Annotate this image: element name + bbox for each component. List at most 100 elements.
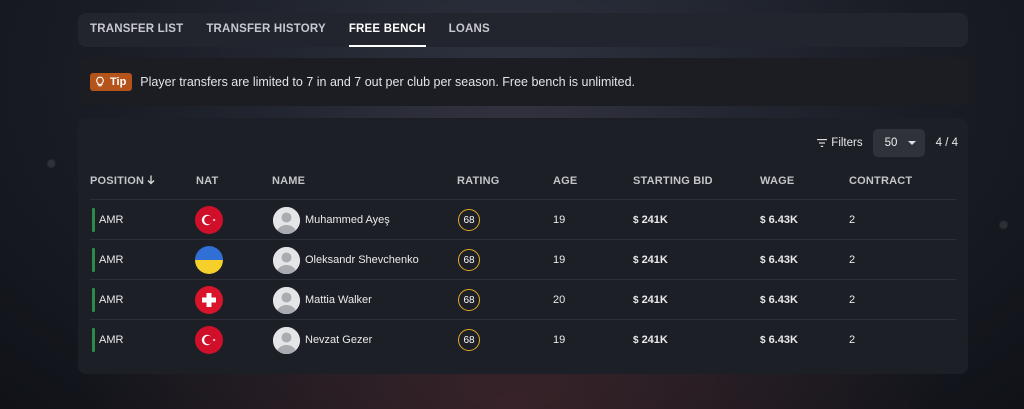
starting-bid-cell: $241K	[633, 240, 668, 280]
arrow-down-icon	[147, 175, 155, 185]
chevron-down-icon	[907, 141, 916, 145]
avatar	[273, 206, 300, 234]
page-size-value: 50	[884, 137, 898, 149]
starting-bid-cell: $241K	[633, 280, 668, 320]
player-name[interactable]: Muhammed Ayeş	[305, 214, 390, 226]
age-cell: 19	[553, 254, 566, 266]
column-header-age[interactable]: AGE	[553, 175, 577, 187]
age-cell: 19	[553, 334, 566, 346]
starting-bid-value: 241K	[641, 214, 668, 226]
currency-icon: $	[633, 294, 639, 306]
column-header-name[interactable]: NAME	[272, 175, 305, 187]
starting-bid-value: 241K	[641, 334, 668, 346]
rating-cell: 68	[458, 200, 480, 240]
name-cell[interactable]: Muhammed Ayeş	[273, 200, 390, 240]
wage-value: 6.43K	[768, 214, 798, 226]
ukraine-flag	[195, 246, 223, 274]
wage-cell: $6.43K	[760, 240, 798, 280]
rating-cell: 68	[458, 320, 480, 360]
filters-button[interactable]: Filters	[817, 137, 863, 149]
tip-banner: Tip Player transfers are limited to 7 in…	[78, 58, 968, 106]
avatar	[273, 326, 300, 354]
avatar	[273, 246, 300, 274]
position-label: AMR	[99, 334, 124, 346]
currency-icon: $	[633, 334, 639, 346]
column-header-wage[interactable]: WAGE	[760, 175, 794, 187]
turkey-flag	[195, 206, 223, 234]
name-cell[interactable]: Nevzat Gezer	[273, 320, 372, 360]
column-header-position[interactable]: POSITION	[90, 175, 155, 187]
tab-transfer-list[interactable]: TRANSFER LIST	[90, 13, 183, 47]
tip-badge: Tip	[90, 73, 133, 91]
name-cell[interactable]: Mattia Walker	[273, 280, 372, 320]
starting-bid-value: 241K	[641, 254, 668, 266]
wage-value: 6.43K	[768, 294, 798, 306]
table-header: POSITION NAT NAME RATING AGE STARTING BI…	[90, 175, 956, 199]
contract-cell: 2	[849, 334, 856, 346]
column-header-rating[interactable]: RATING	[457, 175, 500, 187]
tab-free-bench[interactable]: FREE BENCH	[348, 13, 426, 47]
table-row[interactable]: AMR Muhammed Ayeş 68 19 $241K $6.43K 2	[90, 199, 956, 240]
table-toolbar: Filters 50 4 / 4	[817, 129, 958, 157]
filter-icon	[817, 139, 828, 147]
table-row[interactable]: AMR Nevzat Gezer 68 19 $241K $6.43K 2	[90, 319, 956, 360]
nationality-cell	[195, 200, 223, 240]
currency-icon: $	[760, 334, 766, 346]
wage-cell: $6.43K	[760, 280, 798, 320]
name-cell[interactable]: Oleksandr Shevchenko	[273, 240, 419, 280]
position-label: AMR	[99, 294, 124, 306]
tip-badge-label: Tip	[110, 76, 127, 88]
position-cell: AMR	[92, 240, 123, 280]
wage-cell: $6.43K	[760, 200, 798, 240]
rating-badge: 68	[458, 209, 480, 231]
nationality-cell	[195, 320, 223, 360]
filters-label: Filters	[831, 137, 863, 149]
age-cell: 19	[553, 214, 566, 226]
nationality-cell	[195, 240, 223, 280]
currency-icon: $	[760, 294, 766, 306]
age-cell: 20	[553, 294, 566, 306]
tab-loans[interactable]: LOANS	[449, 13, 490, 47]
wage-value: 6.43K	[768, 254, 798, 266]
position-cell: AMR	[92, 280, 123, 320]
position-indicator	[92, 208, 95, 232]
position-label: AMR	[99, 214, 124, 226]
position-cell: AMR	[92, 200, 123, 240]
rating-badge: 68	[458, 329, 480, 351]
currency-icon: $	[760, 254, 766, 266]
contract-cell: 2	[849, 294, 856, 306]
rating-badge: 68	[458, 249, 480, 271]
player-name[interactable]: Mattia Walker	[305, 294, 372, 306]
starting-bid-cell: $241K	[633, 200, 668, 240]
rating-cell: 68	[458, 240, 480, 280]
starting-bid-cell: $241K	[633, 320, 668, 360]
position-indicator	[92, 288, 95, 312]
result-count: 4 / 4	[935, 137, 958, 149]
currency-icon: $	[760, 214, 766, 226]
column-header-starting-bid[interactable]: STARTING BID	[633, 175, 713, 187]
rating-badge: 68	[458, 289, 480, 311]
nationality-cell	[195, 280, 223, 320]
rating-cell: 68	[458, 280, 480, 320]
free-bench-panel: Filters 50 4 / 4 POSITION NAT NAME RATIN…	[78, 118, 968, 374]
position-label: AMR	[99, 254, 124, 266]
wage-cell: $6.43K	[760, 320, 798, 360]
lightbulb-icon	[96, 76, 104, 87]
starting-bid-value: 241K	[641, 294, 668, 306]
table-row[interactable]: AMR Oleksandr Shevchenko 68 19 $241K $6.43K 2	[90, 239, 956, 280]
player-name[interactable]: Nevzat Gezer	[305, 334, 372, 346]
player-name[interactable]: Oleksandr Shevchenko	[305, 254, 419, 266]
page-size-select[interactable]: 50	[872, 129, 925, 157]
table-row[interactable]: AMR Mattia Walker 68 20 $241K $6.43K 2	[90, 279, 956, 320]
position-indicator	[92, 328, 95, 352]
contract-cell: 2	[849, 254, 856, 266]
tip-text: Player transfers are limited to 7 in and…	[140, 75, 635, 89]
contract-cell: 2	[849, 214, 856, 226]
wage-value: 6.43K	[768, 334, 798, 346]
position-cell: AMR	[92, 320, 123, 360]
currency-icon: $	[633, 254, 639, 266]
position-indicator	[92, 248, 95, 272]
column-header-contract[interactable]: CONTRACT	[849, 175, 912, 187]
tab-transfer-history[interactable]: TRANSFER HISTORY	[206, 13, 326, 47]
column-header-nat[interactable]: NAT	[196, 175, 218, 187]
